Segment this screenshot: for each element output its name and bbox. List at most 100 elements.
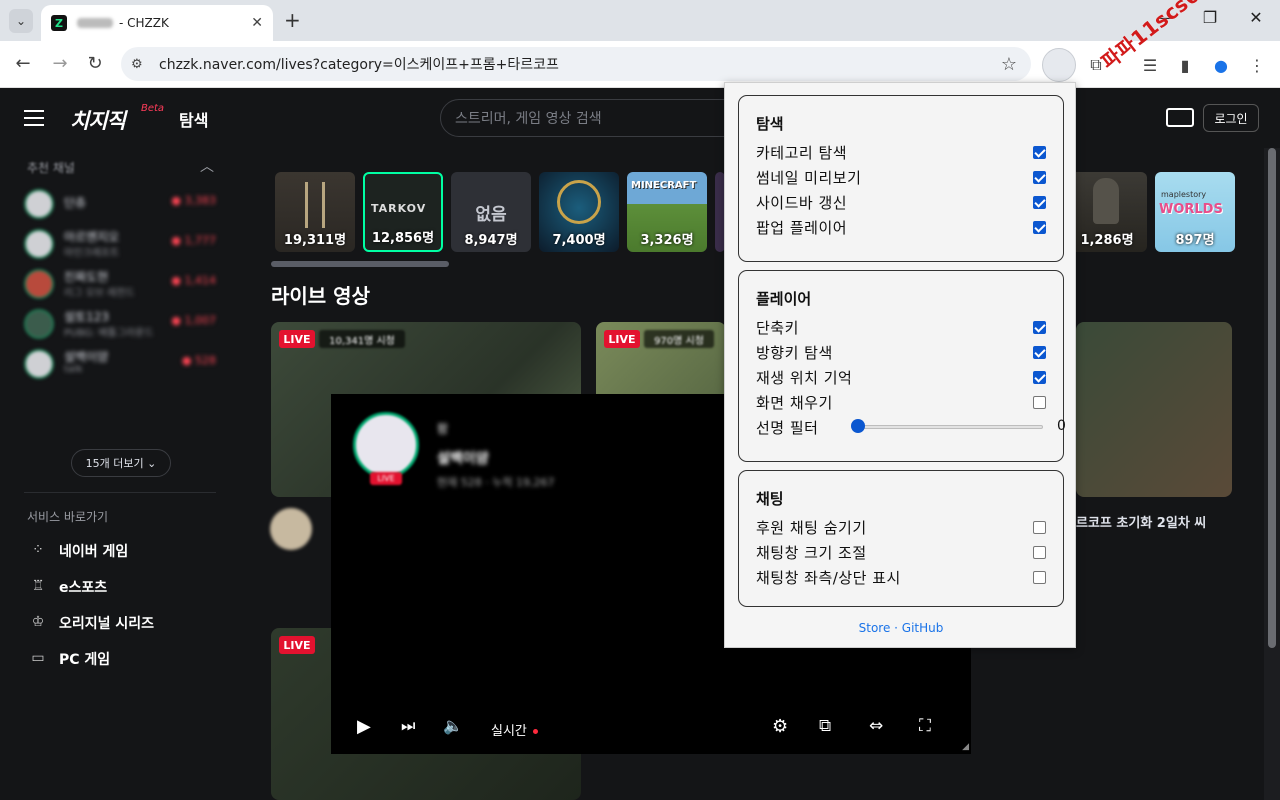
new-tab-button[interactable]: + (284, 9, 301, 31)
side-panel-icon[interactable]: ▮ (1172, 52, 1198, 78)
category-pubg[interactable]: 1,286명 (1067, 172, 1147, 252)
sidebar-channel[interactable]: 설토123 PUBG: 배틀그라운드 ● 1,007 (24, 306, 216, 342)
section-explore: 탐색 카테고리 탐색 썸네일 미리보기 사이드바 갱신 팝업 플레이어 (738, 95, 1064, 262)
chzzk-logo[interactable]: 치지직 (70, 105, 126, 135)
section-title: 플레이어 (756, 290, 812, 308)
checkbox[interactable] (1033, 370, 1046, 384)
category-scrollbar[interactable] (271, 261, 449, 267)
service-naver-games[interactable]: ⁘ 네이버 게임 (28, 540, 128, 562)
option-thumbnail-preview[interactable]: 썸네일 미리보기 (756, 166, 1046, 188)
chevron-up-icon[interactable]: ︿ (200, 156, 214, 176)
option-category-explore[interactable]: 카테고리 탐색 (756, 141, 1046, 163)
category-viewers: 1,286명 (1080, 233, 1134, 248)
category-elden-ring[interactable]: 19,311명 (275, 172, 355, 252)
option-sidebar-refresh[interactable]: 사이드바 갱신 (756, 191, 1046, 213)
checkbox[interactable] (1033, 220, 1046, 234)
footer-links[interactable]: Store · GitHub (725, 621, 1077, 635)
worlds-logo-icon: WORLDS (1159, 202, 1223, 217)
reload-button[interactable]: ↻ (83, 53, 107, 74)
browser-tab[interactable]: Z - CHZZK ✕ (41, 5, 273, 41)
tab-close-icon[interactable]: ✕ (251, 15, 263, 31)
pubg-character-icon (1093, 178, 1119, 224)
menu-kebab-icon[interactable]: ⋮ (1244, 52, 1270, 78)
option-chat-resize[interactable]: 채팅창 크기 조절 (756, 541, 1046, 563)
option-label: 후원 채팅 숨기기 (756, 518, 867, 537)
category-league[interactable]: 7,400명 (539, 172, 619, 252)
option-hide-donation-chat[interactable]: 후원 채팅 숨기기 (756, 516, 1046, 538)
pip-icon[interactable]: ⧉ (819, 716, 831, 736)
avatar (24, 269, 54, 299)
url-text[interactable]: chzzk.naver.com/lives?category=이스케이프+프롬+… (159, 54, 1001, 74)
close-window-button[interactable]: ✕ (1241, 8, 1271, 27)
extension-button-active[interactable] (1042, 48, 1076, 82)
category-tarkov[interactable]: TARKOV 12,856명 (363, 172, 443, 252)
reading-list-icon[interactable]: ☰ (1137, 52, 1163, 78)
option-popup-player[interactable]: 팝업 플레이어 (756, 216, 1046, 238)
option-arrow-navigation[interactable]: 방향키 탐색 (756, 341, 1046, 363)
forward-button[interactable]: → (48, 53, 72, 74)
checkbox[interactable] (1033, 545, 1046, 559)
service-pc-games[interactable]: ▭ PC 게임 (28, 648, 110, 670)
option-remember-position[interactable]: 재생 위치 기억 (756, 366, 1046, 388)
section-player: 플레이어 단축키 방향키 탐색 재생 위치 기억 화면 채우기 선명 필터 0 (738, 270, 1066, 462)
option-fill-screen[interactable]: 화면 채우기 (756, 391, 1046, 413)
play-icon[interactable]: ▶ (357, 716, 371, 737)
login-button[interactable]: 로그인 (1203, 104, 1259, 132)
category-none[interactable]: 없음 8,947명 (451, 172, 531, 252)
video-card-title[interactable]: 르코프 초기화 2일차 씨 (1076, 512, 1206, 531)
checkbox[interactable] (1033, 320, 1046, 334)
service-original-series[interactable]: ♔ 오리지널 시리즈 (28, 612, 154, 634)
back-button[interactable]: ← (11, 53, 35, 74)
tab-search-button[interactable]: ⌄ (9, 9, 33, 33)
site-header: 치지직 Beta 탐색 스트리머, 게임 영상 검색 로그인 (0, 88, 1280, 148)
address-bar[interactable]: ⚙ chzzk.naver.com/lives?category=이스케이프+프… (121, 47, 1031, 81)
live-dot-icon (532, 729, 538, 734)
browser-toolbar: ← → ↻ ⚙ chzzk.naver.com/lives?category=이… (0, 41, 1280, 88)
skip-next-icon[interactable]: ⏭ (401, 716, 415, 736)
sidebar-channel[interactable]: 단츄 ● 3,383 (24, 186, 216, 222)
volume-icon[interactable]: 🔈 (443, 716, 463, 735)
checkbox[interactable] (1033, 195, 1046, 209)
channel-name: 단츄 (64, 196, 87, 210)
service-esports[interactable]: ♖ e스포츠 (28, 576, 107, 598)
checkbox[interactable] (1033, 520, 1046, 534)
checkbox[interactable] (1033, 145, 1046, 159)
checkbox[interactable] (1033, 345, 1046, 359)
checkbox[interactable] (1033, 395, 1046, 409)
option-label: 재생 위치 기억 (756, 368, 853, 387)
nav-explore[interactable]: 탐색 (179, 107, 208, 131)
category-viewers: 897명 (1175, 233, 1215, 248)
fullscreen-icon[interactable]: ⛶ (919, 716, 931, 736)
settings-gear-icon[interactable]: ⚙ (772, 716, 788, 737)
hamburger-menu-icon[interactable] (24, 110, 44, 126)
video-card-thumbnail[interactable] (1076, 322, 1232, 497)
category-minecraft[interactable]: MINECRAFT 3,326명 (627, 172, 707, 252)
services-title: 서비스 바로가기 (27, 510, 109, 524)
option-shortcuts[interactable]: 단축키 (756, 316, 1046, 338)
theater-mode-icon[interactable]: ⇔ (869, 716, 883, 736)
recommended-channels-title: 추천 채널 (27, 161, 75, 175)
streamer-avatar[interactable] (270, 508, 312, 550)
tab-title-blurred (77, 18, 113, 28)
maplestory-logo-small: maplestory (1161, 190, 1207, 199)
category-maplestory-worlds[interactable]: maplestory WORLDS 897명 (1155, 172, 1235, 252)
ticket-icon[interactable] (1166, 108, 1194, 127)
slider-knob[interactable] (851, 419, 865, 433)
sidebar-channel[interactable]: 아르멘지오 마인크래프트 ● 1,777 (24, 226, 216, 262)
sharpness-slider[interactable] (857, 425, 1043, 429)
show-more-button[interactable]: 15개 더보기 ⌄ (71, 449, 171, 477)
resize-handle-icon[interactable]: ◢ (962, 742, 969, 752)
bookmark-star-icon[interactable]: ☆ (1001, 54, 1017, 75)
option-chat-left-top[interactable]: 채팅창 좌측/상단 표시 (756, 566, 1046, 588)
sidebar-channel[interactable]: 진짜도현 리그 오브 레전드 ● 1,414 (24, 266, 216, 302)
sidebar-divider (24, 492, 216, 493)
sidebar-channel[interactable]: 설백이얌 talk ● 528 (24, 346, 216, 382)
profile-icon[interactable]: ● (1208, 52, 1234, 78)
maximize-button[interactable]: ❐ (1195, 8, 1225, 27)
scrollbar-thumb[interactable] (1268, 148, 1276, 648)
search-input[interactable]: 스트리머, 게임 영상 검색 (440, 99, 760, 137)
category-viewers: 8,947명 (464, 233, 518, 248)
checkbox[interactable] (1033, 170, 1046, 184)
checkbox[interactable] (1033, 570, 1046, 584)
site-info-icon[interactable]: ⚙ (131, 57, 153, 72)
